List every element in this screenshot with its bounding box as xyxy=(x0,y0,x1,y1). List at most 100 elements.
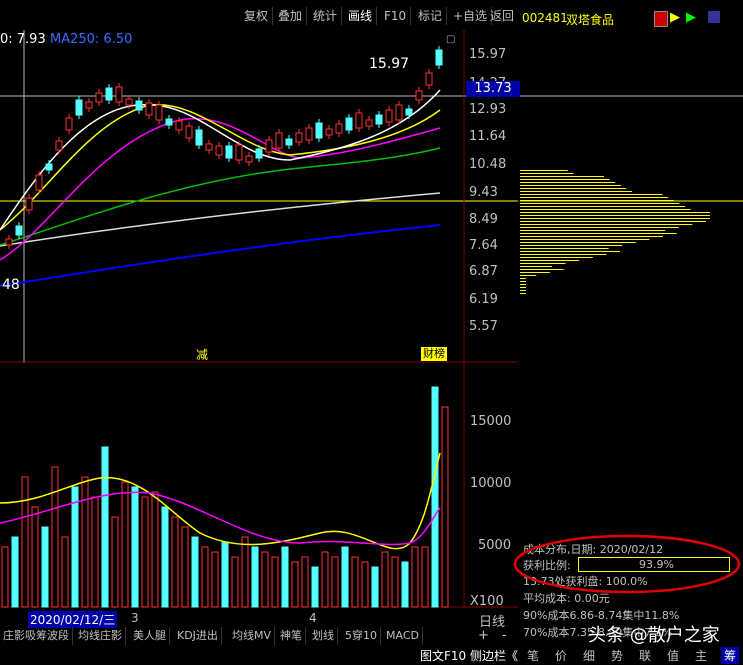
price-tick: 6.87 xyxy=(469,264,498,279)
grid-icon[interactable] xyxy=(654,11,668,27)
tab-zhu[interactable]: 主 xyxy=(695,647,707,664)
tab-junxian-mv[interactable]: 均线MV xyxy=(229,627,276,645)
chip-bar xyxy=(520,278,526,279)
finance-rank-badge[interactable]: 财榜 xyxy=(421,347,447,361)
reduce-marker[interactable]: 减 xyxy=(196,348,208,362)
tab-5chuan10[interactable]: 5穿10 xyxy=(342,627,381,645)
chip-bar xyxy=(520,230,666,231)
chip-bar xyxy=(520,233,677,234)
candle xyxy=(55,140,63,151)
tab-huaxian[interactable]: 划线 xyxy=(309,627,338,645)
tab-junxian-zhuangying[interactable]: 均线庄影 xyxy=(75,627,126,645)
chip-bar xyxy=(520,257,593,258)
current-price-label: 13.73 xyxy=(466,81,520,97)
tab-xi[interactable]: 细 xyxy=(583,647,595,664)
zoom-in-button[interactable]: + xyxy=(478,628,489,643)
candle xyxy=(65,117,73,131)
price-chart[interactable]: 15.97 48 减 xyxy=(0,30,518,363)
tab-lian[interactable]: 联 xyxy=(639,647,651,664)
candle xyxy=(345,117,353,131)
sidebar-toggle[interactable]: 侧边栏《 xyxy=(470,647,518,664)
volume-bar xyxy=(61,536,69,608)
tab-shenbi[interactable]: 神笔 xyxy=(277,627,306,645)
draw-line-button[interactable]: 画线 xyxy=(344,7,378,25)
flag-icon[interactable]: ▶ xyxy=(670,10,680,25)
tab-bi[interactable]: 笔 xyxy=(527,647,539,664)
chip-bar xyxy=(520,203,680,204)
candle xyxy=(185,125,193,139)
volume-bar xyxy=(91,496,99,608)
volume-bar xyxy=(201,546,209,608)
candle xyxy=(335,123,343,134)
mark-button[interactable]: 标记 xyxy=(414,7,448,25)
vol-tick-5000: 5000 xyxy=(478,538,511,553)
candle xyxy=(85,101,93,109)
volume-bar xyxy=(161,506,169,608)
statistics-button[interactable]: 统计 xyxy=(309,7,343,25)
price-axis: 15.9714.2712.9311.6410.489.438.497.646.8… xyxy=(465,30,520,363)
candle xyxy=(325,128,333,136)
price-tick: 9.43 xyxy=(469,185,498,200)
overlay-button[interactable]: 叠加 xyxy=(274,7,308,25)
candle xyxy=(145,102,153,116)
chip-bar xyxy=(520,251,620,252)
tab-shi[interactable]: 势 xyxy=(611,647,623,664)
volume-chart[interactable]: 15000 10000 5000 X100 xyxy=(0,363,518,608)
chip-bar xyxy=(520,227,679,228)
candle xyxy=(385,109,393,123)
candle xyxy=(375,114,383,125)
price-tick: 6.19 xyxy=(469,292,498,307)
chip-bar xyxy=(520,293,526,294)
candle xyxy=(405,108,413,116)
volume-bar xyxy=(121,481,129,608)
volume-bar xyxy=(151,491,159,608)
tab-jia[interactable]: 价 xyxy=(555,647,567,664)
chip-bar xyxy=(520,275,537,276)
volume-bar xyxy=(131,486,139,608)
back-button[interactable]: 返回 xyxy=(486,7,518,25)
tab-zhi[interactable]: 值 xyxy=(667,647,679,664)
chip-bar xyxy=(520,236,663,237)
watermark: 头条 @散户之家 xyxy=(588,625,720,646)
tab-zhuangying[interactable]: 庄影吸筹波段 xyxy=(0,627,73,645)
candle xyxy=(135,100,143,111)
candle xyxy=(165,118,173,126)
price-tick: 7.64 xyxy=(469,238,498,253)
volume-bar xyxy=(241,536,249,608)
candle xyxy=(105,87,113,101)
play-icon[interactable]: ▶ xyxy=(686,10,696,25)
window-icon[interactable] xyxy=(708,11,720,23)
tab-macd[interactable]: MACD xyxy=(383,627,423,645)
volume-bar xyxy=(381,551,389,608)
candlesticks xyxy=(5,46,443,249)
volume-bar xyxy=(191,536,199,608)
restore-rights-button[interactable]: 复权 xyxy=(240,7,274,25)
volume-bar xyxy=(411,546,419,608)
candle xyxy=(425,72,433,86)
volume-bar xyxy=(21,476,29,608)
candle xyxy=(315,122,323,139)
chip-bar xyxy=(520,209,691,210)
ma250-line xyxy=(0,224,441,287)
candle xyxy=(95,92,103,103)
red-highlight-ellipse xyxy=(513,534,741,594)
volume-bar xyxy=(171,516,179,608)
tab-kdj[interactable]: KDJ进出 xyxy=(174,627,222,645)
candle xyxy=(305,127,313,141)
volume-bar xyxy=(261,551,269,608)
volume-bars xyxy=(1,386,449,608)
price-tick: 12.93 xyxy=(469,102,507,117)
zoom-out-button[interactable]: - xyxy=(502,628,507,643)
f10-link[interactable]: 图文F10 xyxy=(420,647,466,664)
volume-bar xyxy=(291,561,299,608)
tab-meirentui[interactable]: 美人腿 xyxy=(130,627,170,645)
volume-bar xyxy=(361,561,369,608)
tab-chou[interactable]: 筹 xyxy=(721,647,740,664)
candle xyxy=(75,99,83,116)
price-tick: 10.48 xyxy=(469,157,507,172)
chip-bar xyxy=(520,245,623,246)
price-tick: 11.64 xyxy=(469,129,507,144)
left-price-label: 48 xyxy=(2,277,20,293)
indicator-tabs: 庄影吸筹波段 均线庄影 美人腿 KDJ进出 均线MV 神笔 划线 5穿10 MA… xyxy=(0,627,518,645)
f10-button[interactable]: F10 xyxy=(380,7,412,25)
